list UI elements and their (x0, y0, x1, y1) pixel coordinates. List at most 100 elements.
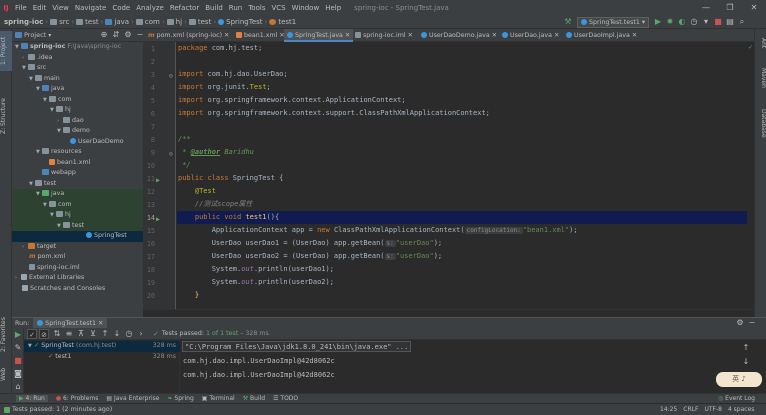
run-config-dropdown[interactable]: SpringTest.test1 ▾ (577, 16, 649, 28)
hammer-icon[interactable]: ⚒ (562, 16, 574, 28)
tree-node-test[interactable]: ▼ test (12, 179, 143, 190)
tree-node-test-hj[interactable]: ▼ hj (12, 210, 143, 221)
breadcrumb-hj[interactable]: hj (176, 18, 182, 26)
tree-node-iml[interactable]: spring-ioc.iml (12, 263, 143, 274)
profile-icon[interactable]: ◷ (688, 16, 700, 28)
event-log-button[interactable]: ◎ Event Log (718, 395, 755, 402)
scroll-up-icon[interactable]: ↑ (740, 342, 752, 354)
breadcrumb-com[interactable]: com (145, 18, 160, 26)
menu-vcs[interactable]: VCS (268, 4, 288, 12)
up-icon[interactable]: ↑ (99, 328, 111, 340)
project-structure-icon[interactable]: ▤ (724, 16, 736, 28)
project-panel-title[interactable]: Project (24, 31, 46, 39)
breadcrumb-src[interactable]: src (59, 18, 69, 26)
tree-node-main-java[interactable]: ▼ java (12, 84, 143, 95)
run-test-gutter-icon[interactable]: ▶ (156, 176, 160, 184)
tab-springtest[interactable]: SpringTest.java ✕ (284, 29, 354, 42)
debug-icon[interactable]: ✹ (664, 16, 676, 28)
caret-position[interactable]: 14:25 (660, 406, 677, 413)
menu-edit[interactable]: Edit (30, 4, 50, 12)
tab-userdao[interactable]: UserDao.java ✕ (499, 29, 562, 42)
menu-build[interactable]: Build (202, 4, 226, 12)
close-window-icon[interactable]: ✕ (742, 0, 766, 15)
minimize-icon[interactable]: — (694, 0, 718, 15)
tree-node-test-pkg[interactable]: ▼ test (12, 220, 143, 231)
coverage-icon[interactable]: ◐ (676, 16, 688, 28)
menu-view[interactable]: View (49, 4, 72, 12)
history-icon[interactable]: ◷ (123, 328, 135, 340)
locate-icon[interactable]: ⊕ (98, 29, 110, 41)
spring-tool-button[interactable]: ❧ Spring (167, 395, 193, 402)
test-suite-row[interactable]: ▼ ✓ SpringTest (com.hj.test) 328 ms (24, 341, 180, 352)
tree-node-main-com[interactable]: ▼ com (12, 95, 143, 106)
menu-refactor[interactable]: Refactor (167, 4, 202, 12)
breadcrumb-method[interactable]: test1 (278, 18, 296, 26)
tree-node-webapp[interactable]: webapp (12, 168, 143, 179)
run-icon[interactable]: ▶ (652, 16, 664, 28)
tree-node-pomxml[interactable]: m pom.xml (12, 252, 143, 263)
tree-node-target[interactable]: › target (12, 242, 143, 253)
tree-node-main[interactable]: ▼ main (12, 74, 143, 85)
line-separator[interactable]: CRLF (683, 406, 698, 413)
tree-node-scratches[interactable]: Scratches and Consoles (12, 284, 143, 295)
console-output[interactable]: "C:\Program Files\Java\jdk1.8.0_241\bin\… (181, 340, 736, 393)
fold-icon[interactable]: ⊖ (169, 150, 173, 158)
breadcrumb-java[interactable]: java (114, 18, 129, 26)
build-tool-button[interactable]: ⚒ Build (243, 395, 265, 402)
tab-pom-xml[interactable]: m pom.xml (spring-ioc) ✕ (145, 29, 232, 42)
menu-window[interactable]: Window (289, 4, 323, 12)
ant-tool-tab[interactable]: Ant (755, 33, 766, 53)
expand-all-icon[interactable]: ⊼ (75, 328, 87, 340)
tab-spring-ioc-iml[interactable]: spring-ioc.iml ✕ (352, 29, 416, 42)
tree-node-bean1xml[interactable]: bean1.xml (12, 158, 143, 169)
tree-node-springtest[interactable]: SpringTest (12, 231, 143, 242)
editor-scrollbar[interactable]: ✓ (747, 42, 754, 309)
todo-tool-button[interactable]: ☰ TODO (273, 395, 298, 402)
maven-tool-tab[interactable]: Maven (755, 63, 766, 93)
fold-icon[interactable]: ⊖ (169, 72, 173, 80)
breadcrumb-test[interactable]: test (85, 18, 98, 26)
run-test-gutter-icon[interactable]: ▶ (156, 215, 160, 223)
show-ignored-icon[interactable]: ⊘ (39, 328, 49, 339)
breadcrumb-class[interactable]: SpringTest (226, 18, 262, 26)
stop-icon[interactable]: ■ (712, 16, 724, 28)
tree-node-main-hj[interactable]: ▼ hj (12, 105, 143, 116)
tree-node-userdaodemo[interactable]: UserDaoDemo (12, 137, 143, 148)
test-case-row[interactable]: ✓ test1 328 ms (24, 352, 180, 363)
breadcrumb-test-pkg[interactable]: test (198, 18, 211, 26)
tab-bean1-xml[interactable]: bean1.xml ✕ (233, 29, 288, 42)
code-editor[interactable]: package com.hj.test; import com.hj.dao.U… (177, 42, 754, 309)
search-everywhere-icon[interactable]: ⌕ (736, 16, 748, 28)
menu-code[interactable]: Code (109, 4, 133, 12)
tree-node-idea[interactable]: › .idea (12, 53, 143, 64)
tree-node-resources[interactable]: ▼ resources (12, 147, 143, 158)
menu-run[interactable]: Run (226, 4, 245, 12)
scroll-down-icon[interactable]: ↓ (740, 356, 752, 368)
indent-setting[interactable]: 4 spaces (728, 406, 754, 413)
show-passed-icon[interactable]: ✓ (27, 328, 37, 339)
problems-tool-button[interactable]: ● 6: Problems (56, 395, 99, 402)
terminal-tool-button[interactable]: ▣ Terminal (202, 395, 235, 402)
java-enterprise-tool-button[interactable]: ▤ Java Enterprise (106, 395, 159, 402)
tree-node-demo[interactable]: ▼ demo (12, 126, 143, 137)
tab-userdaoimpl[interactable]: UserDaoImpl.java ✕ (563, 29, 640, 42)
down-icon[interactable]: ↓ (111, 328, 123, 340)
breadcrumb-project[interactable]: spring-ioc (4, 18, 43, 26)
tree-node-dao[interactable]: › dao (12, 116, 143, 127)
sort-alpha-icon[interactable]: ⇅ (51, 328, 63, 340)
settings-gear-icon[interactable]: ⚙ (122, 29, 134, 41)
web-tool-tab[interactable]: Web (0, 365, 12, 383)
menu-navigate[interactable]: Navigate (72, 4, 109, 12)
menu-help[interactable]: Help (322, 4, 344, 12)
stop-run-icon[interactable]: ■ (12, 355, 24, 367)
tree-node-test-com[interactable]: ▼ com (12, 199, 143, 210)
more-icon[interactable]: › (135, 328, 147, 340)
run-tool-button[interactable]: ▶ 4: Run (16, 395, 48, 402)
wrench-icon[interactable]: ✎ (12, 342, 24, 354)
collapse-icon[interactable]: ⊻ (87, 328, 99, 340)
tree-node-root[interactable]: ▼ spring-ioc F:\Java\spring-ioc (12, 42, 143, 53)
console-command-line[interactable]: "C:\Program Files\Java\jdk1.8.0_241\bin\… (182, 341, 412, 352)
tab-userdaodemo[interactable]: UserDaoDemo.java ✕ (418, 29, 500, 42)
rerun-icon[interactable]: ▶ (12, 329, 24, 341)
file-encoding[interactable]: UTF-8 (704, 406, 722, 413)
